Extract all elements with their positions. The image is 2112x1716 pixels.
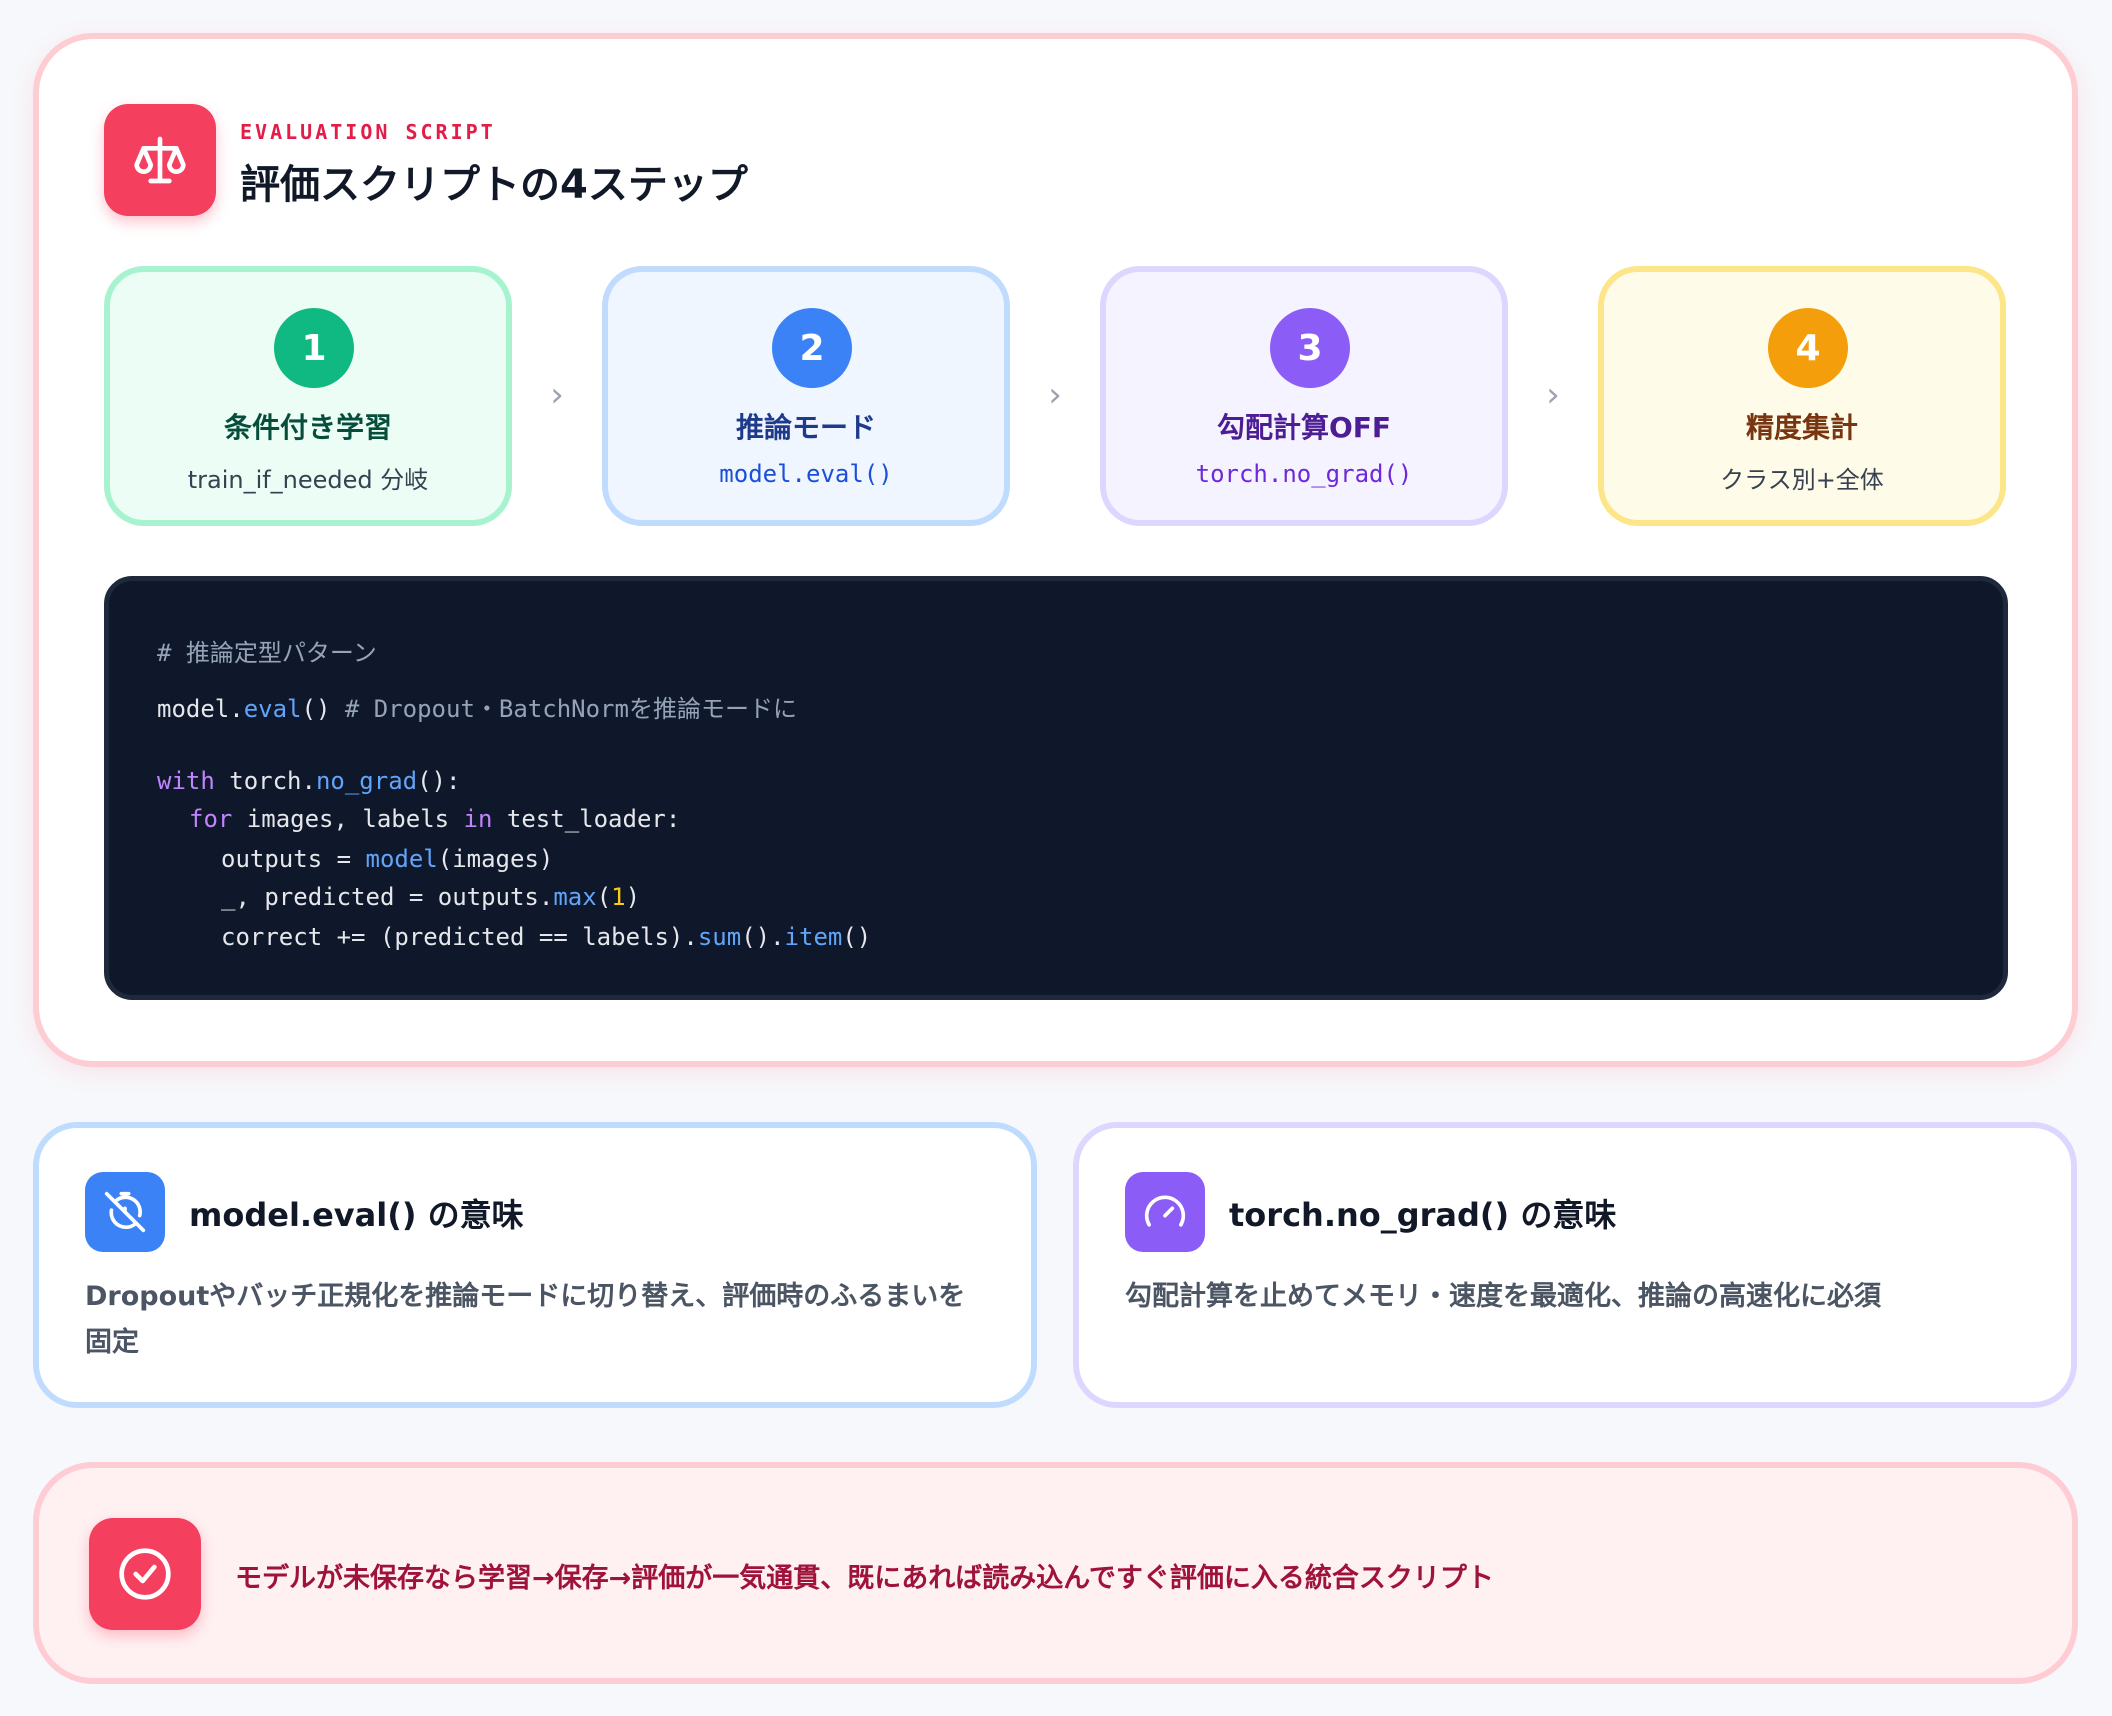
chevron-right-icon: › (1048, 375, 1062, 415)
code-block: # 推論定型パターン model.eval() # Dropout・BatchN… (104, 576, 2008, 1000)
code-line-for: for images, labels in test_loader: (189, 805, 681, 833)
step-title: 条件付き学習 (223, 411, 392, 444)
chevron-right-icon: › (550, 375, 564, 415)
step-card-4: 4 精度集計 クラス別+全体 (1598, 266, 2006, 526)
gauge-icon (1125, 1172, 1205, 1252)
step-title: 勾配計算OFF (1216, 411, 1392, 444)
step-subtitle: クラス別+全体 (1720, 466, 1884, 494)
info-title: model.eval() の意味 (189, 1196, 524, 1234)
check-circle-icon (89, 1518, 201, 1630)
info-description: 勾配計算を止めてメモリ・速度を最適化、推論の高速化に必須 (1125, 1281, 1881, 1312)
step-card-3: 3 勾配計算OFF torch.no_grad() (1100, 266, 1508, 526)
code-line-eval: model.eval() # Dropout・BatchNormを推論モードに (157, 695, 797, 723)
step-title: 推論モード (735, 411, 876, 444)
info-card-no-grad: torch.no_grad() の意味 勾配計算を止めてメモリ・速度を最適化、推… (1073, 1122, 2077, 1408)
banner-text: モデルが未保存なら学習→保存→評価が一気通貫、既にあれば読み込んですぐ評価に入る… (235, 1563, 1494, 1594)
step-subtitle: model.eval() (719, 460, 893, 488)
info-description: Dropoutやバッチ正規化を推論モードに切り替え、評価時のふるまいを固定 (85, 1281, 966, 1358)
code-line-outputs: outputs = model(images) (221, 845, 554, 873)
step-number-badge: 1 (274, 308, 354, 388)
scale-icon (104, 104, 216, 216)
step-subtitle: torch.no_grad() (1195, 460, 1413, 488)
code-line-correct: correct += (predicted == labels).sum().i… (221, 923, 872, 951)
info-card-eval: model.eval() の意味 Dropoutやバッチ正規化を推論モードに切り… (33, 1122, 1037, 1408)
step-subtitle: train_if_needed 分岐 (187, 466, 429, 494)
code-comment-line: # 推論定型パターン (157, 639, 377, 667)
eyebrow-label: EVALUATION SCRIPT (240, 120, 496, 144)
step-card-1: 1 条件付き学習 train_if_needed 分岐 (104, 266, 512, 526)
step-number-badge: 4 (1768, 308, 1848, 388)
code-line-with: with torch.no_grad(): (157, 767, 461, 795)
timer-off-icon (85, 1172, 165, 1252)
info-title: torch.no_grad() の意味 (1229, 1196, 1617, 1234)
step-number-badge: 3 (1270, 308, 1350, 388)
summary-banner: モデルが未保存なら学習→保存→評価が一気通貫、既にあれば読み込んですぐ評価に入る… (33, 1462, 2078, 1684)
step-title: 精度集計 (1745, 411, 1858, 444)
step-card-2: 2 推論モード model.eval() (602, 266, 1010, 526)
page-title: 評価スクリプトの4ステップ (240, 162, 748, 208)
chevron-right-icon: › (1546, 375, 1560, 415)
step-number-badge: 2 (772, 308, 852, 388)
code-line-predicted: _, predicted = outputs.max(1) (221, 883, 641, 911)
